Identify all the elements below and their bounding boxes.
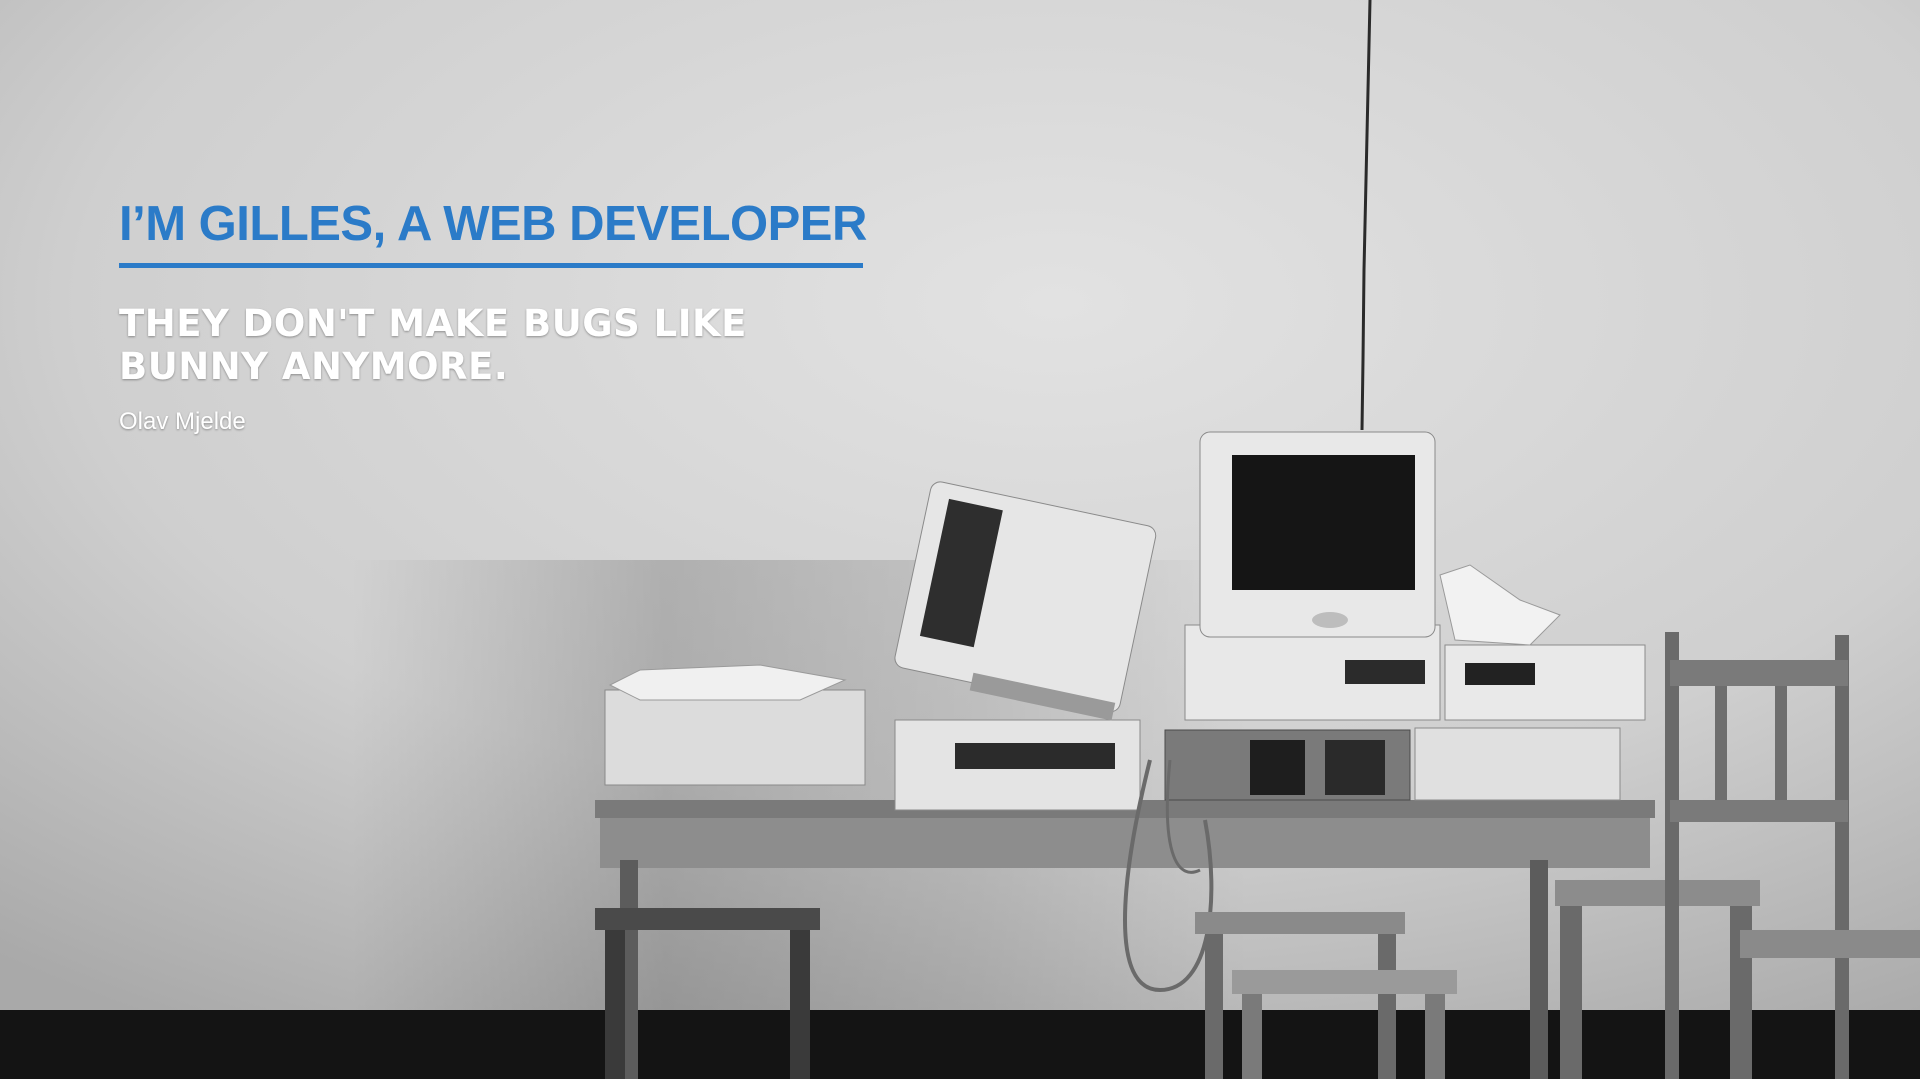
hero-title-underline [119,263,863,268]
floor [0,1010,1920,1079]
hero-quote-line-1: THEY DON'T MAKE BUGS LIKE [119,302,747,345]
hero-section: I’M GILLES, A WEB DEVELOPER THEY DON'T M… [119,196,879,436]
hero-quote-author: Olav Mjelde [119,408,246,435]
hero-quote-line-2: BUNNY ANYMORE. [119,345,509,388]
hero-title: I’M GILLES, A WEB DEVELOPER [119,197,867,251]
hero-quote: THEY DON'T MAKE BUGS LIKE BUNNY ANYMORE. [119,302,879,388]
background-photo [0,0,1920,1079]
monitor-upright [1199,431,1436,638]
